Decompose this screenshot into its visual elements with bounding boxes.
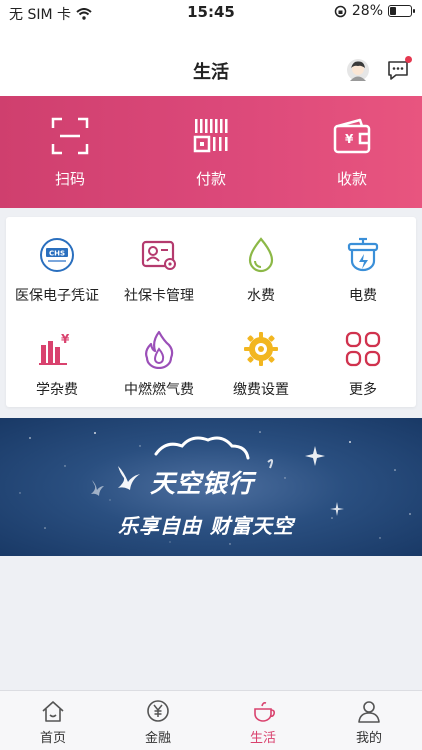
pay-button[interactable]: 付款 — [161, 116, 261, 189]
unread-badge — [405, 56, 412, 63]
pay-label: 付款 — [195, 170, 226, 188]
banner-brand: 天空银行 — [150, 469, 255, 498]
water-fee-item[interactable]: 水费 — [210, 235, 312, 305]
gas-flame-icon — [145, 330, 174, 369]
more-services-label: 更多 — [349, 382, 377, 398]
electricity-icon — [347, 237, 379, 272]
medical-insurance-item[interactable]: CHS 医保电子凭证 — [6, 235, 108, 305]
tab-profile[interactable]: 我的 — [316, 699, 422, 746]
tab-finance[interactable]: 金融 — [105, 699, 211, 746]
receive-label: 收款 — [336, 170, 367, 188]
scan-icon — [51, 117, 89, 155]
water-fee-label: 水费 — [247, 288, 275, 304]
payment-settings-icon — [244, 332, 278, 366]
tab-bar: 首页 金融 生活 我的 — [0, 690, 422, 750]
payment-settings-item[interactable]: 缴费设置 — [210, 329, 312, 399]
wallet-icon: ¥ — [333, 118, 371, 154]
battery-percent: 28% — [351, 3, 383, 19]
chs-badge-text: CHS — [49, 250, 65, 258]
gas-fee-label: 中燃燃气费 — [124, 382, 194, 398]
social-security-label: 社保卡管理 — [124, 288, 194, 304]
life-teapot-icon — [254, 702, 275, 722]
tuition-item[interactable]: ¥ 学杂费 — [6, 329, 108, 399]
tab-finance-label: 金融 — [144, 731, 171, 746]
banner-slogan: 乐享自由 财富天空 — [118, 514, 294, 538]
water-drop-icon — [248, 237, 274, 273]
home-icon — [42, 701, 64, 722]
gas-fee-item[interactable]: 中燃燃气费 — [108, 329, 210, 399]
avatar-icon[interactable] — [346, 58, 370, 82]
dove-icon — [118, 466, 140, 490]
tuition-label: 学杂费 — [36, 382, 78, 398]
scan-button[interactable]: 扫码 — [20, 116, 120, 189]
status-bar: 无 SIM 卡 15:45 28% — [0, 0, 422, 26]
battery-icon — [388, 5, 415, 17]
more-services-item[interactable]: 更多 — [312, 329, 414, 399]
medical-insurance-label: 医保电子凭证 — [15, 288, 99, 304]
tab-life[interactable]: 生活 — [210, 699, 316, 746]
more-grid-icon — [345, 331, 381, 367]
receive-button[interactable]: ¥ 收款 — [302, 116, 402, 189]
nav-bar: 生活 — [0, 26, 422, 96]
tab-profile-label: 我的 — [355, 731, 382, 746]
svg-text:¥: ¥ — [345, 132, 354, 146]
quick-actions-panel: 扫码 付款 ¥ 收款 — [0, 96, 422, 208]
chs-medical-insurance-icon: CHS — [40, 238, 74, 272]
orientation-lock-icon — [334, 5, 347, 17]
service-grid: CHS 医保电子凭证 社保卡管理 水费 电费 ¥ 学杂费 中燃燃气费 缴费设置 … — [6, 217, 416, 407]
payment-code-icon — [193, 119, 228, 153]
svg-text:¥: ¥ — [61, 332, 70, 346]
social-security-item[interactable]: 社保卡管理 — [108, 235, 210, 305]
social-security-card-icon — [141, 240, 176, 270]
electricity-fee-item[interactable]: 电费 — [312, 235, 414, 305]
tab-home-label: 首页 — [39, 731, 66, 746]
profile-icon — [358, 701, 380, 723]
tab-home[interactable]: 首页 — [0, 699, 106, 746]
tab-life-label: 生活 — [249, 731, 276, 746]
tuition-icon: ¥ — [39, 332, 70, 365]
finance-yuan-icon — [147, 700, 169, 722]
message-icon[interactable] — [386, 56, 412, 82]
payment-settings-label: 缴费设置 — [233, 382, 289, 398]
promo-banner[interactable]: 天空银行 乐享自由 财富天空 — [0, 418, 422, 556]
electricity-fee-label: 电费 — [349, 288, 377, 304]
scan-label: 扫码 — [54, 170, 85, 188]
